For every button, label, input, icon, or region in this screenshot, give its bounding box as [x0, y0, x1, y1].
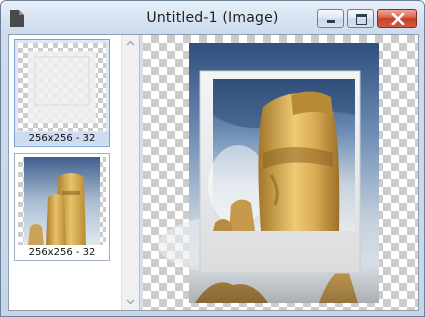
minimize-button[interactable]: [317, 9, 344, 28]
title-bar[interactable]: Untitled-1 (Image): [1, 1, 424, 35]
client-area: 256x256 - 32 256x256 - 32: [8, 34, 419, 311]
thumbnail-item[interactable]: 256x256 - 32: [14, 39, 110, 147]
close-button[interactable]: [377, 9, 417, 28]
thumbnail-label: 256x256 - 32: [15, 132, 109, 145]
close-icon: [391, 13, 405, 25]
chevron-up-icon[interactable]: [126, 40, 135, 46]
chevron-down-icon[interactable]: [126, 299, 135, 305]
image-window: Untitled-1 (Image) 256x256 - 32 256x256 …: [0, 0, 425, 317]
frame-graphic: [28, 51, 96, 123]
thumbnail-image-photo: [18, 157, 106, 245]
thumbnail-panel[interactable]: 256x256 - 32 256x256 - 32: [9, 35, 121, 310]
image-preview: [158, 43, 379, 303]
thumbnail-image-frame: [18, 43, 106, 131]
thumbnail-label: 256x256 - 32: [28, 247, 96, 258]
maximize-button[interactable]: [347, 9, 374, 28]
thumbnail-item[interactable]: 256x256 - 32: [14, 153, 110, 261]
image-canvas[interactable]: [143, 35, 418, 310]
thumbnail-scrollbar[interactable]: [121, 35, 139, 310]
sculpture-thumbnail: [24, 157, 100, 245]
